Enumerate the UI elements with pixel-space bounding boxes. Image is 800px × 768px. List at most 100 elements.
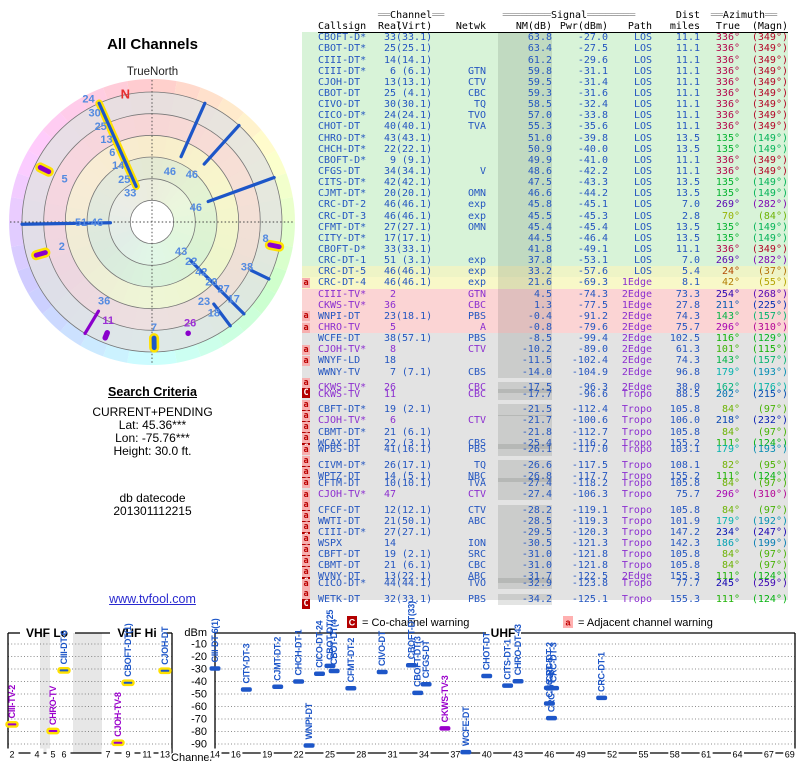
azimuth-true: 336° — [715, 76, 740, 88]
power: -117.0 — [571, 444, 608, 456]
callsign: CHCH-DT* — [318, 143, 367, 155]
distance-miles: 11.1 — [675, 76, 700, 88]
noise-margin: 45.8 — [486, 199, 552, 211]
channel-tick-label: 28 — [356, 750, 366, 760]
distance-miles: 11.1 — [675, 243, 700, 255]
station-marker — [376, 669, 388, 675]
power: -112.4 — [571, 404, 608, 416]
adjacent-warning-badge: a — [302, 589, 310, 600]
callsign: CJOH-DT — [318, 76, 361, 88]
channel-tick-label: 58 — [670, 750, 680, 760]
station-marker — [439, 726, 451, 731]
azimuth-magnetic: (247°) — [751, 526, 788, 538]
noise-margin: -21.8 — [486, 426, 552, 438]
network: PBS — [467, 444, 486, 456]
db-datecode-value: 201301112215 — [113, 504, 192, 518]
dbm-tick-label: -50 — [191, 689, 207, 701]
path: Tropo — [621, 504, 652, 516]
radar-channel-label: 38 — [241, 261, 253, 273]
network: PBS — [467, 593, 486, 605]
callsign: CKWS-TV — [318, 388, 361, 400]
path: LOS — [633, 43, 652, 55]
radar-channel-label: 24 — [82, 94, 95, 106]
tvfool-link[interactable]: www.tvfool.com — [0, 592, 305, 606]
path: LOS — [633, 143, 652, 155]
table-row: a WNPI-DT 23 (18.1) PBS -0.4 -91.2 2Edge 74.3 143… — [302, 310, 788, 322]
noise-margin: 55.3 — [486, 121, 552, 133]
radar-channel-label: 8 — [262, 233, 268, 245]
table-row: CHRO-DT* 43 (43.1) 51.0 -39.8 LOS 13.5 135° (149… — [302, 132, 788, 144]
radar-channel-label: 7 — [151, 322, 157, 334]
virtual-channel: (27.1) — [396, 526, 433, 538]
station-marker — [545, 715, 557, 721]
path: Tropo — [621, 549, 652, 561]
virtual-channel: (13.1) — [396, 76, 433, 88]
noise-margin: 33.2 — [486, 266, 552, 278]
virtual-channel: (43.1) — [396, 132, 433, 144]
callsign: CHRO-TV — [318, 321, 361, 333]
noise-margin: 21.6 — [486, 277, 552, 289]
path: 2Edge — [621, 344, 652, 356]
noise-margin: 59.5 — [486, 76, 552, 88]
power: -120.3 — [571, 526, 608, 538]
path: LOS — [633, 87, 652, 99]
station-marker — [209, 666, 221, 671]
channel-tick-label: 34 — [419, 750, 429, 760]
distance-miles: 11.1 — [675, 99, 700, 111]
azimuth-magnetic: (149°) — [751, 188, 788, 200]
azimuth-magnetic: (97°) — [757, 504, 788, 516]
azimuth-true: 135° — [715, 132, 740, 144]
table-row: CJOH-DT 13 (13.1) CTV 59.5 -31.4 LOS 11.1 336° (3… — [302, 76, 788, 88]
azimuth-true: 336° — [715, 165, 740, 177]
north-marker: N — [121, 87, 130, 102]
table-row: CFGS-DT 34 (34.1) V 48.6 -42.2 LOS 11.1 336° (349… — [302, 165, 788, 178]
azimuth-magnetic: (349°) — [751, 121, 788, 133]
power: -123.8 — [571, 578, 608, 590]
callsign: CITS-DT* — [318, 177, 367, 189]
azimuth-magnetic: (199°) — [751, 538, 788, 550]
noise-margin: -28.5 — [486, 515, 552, 527]
azimuth-magnetic: (84°) — [757, 210, 788, 222]
path: Tropo — [621, 489, 652, 501]
noise-margin: -26.6 — [486, 460, 552, 472]
virtual-channel: (12.1) — [396, 504, 433, 516]
noise-margin: -28.2 — [486, 504, 552, 516]
path: Tropo — [621, 460, 652, 472]
station-marker — [46, 727, 60, 735]
distance-miles: 155.3 — [669, 593, 700, 605]
station-marker-label: CFGS-DT — [421, 640, 431, 679]
radar-channel-label: 14 — [112, 160, 125, 172]
real-channel: 12 — [383, 504, 396, 516]
station-marker-label: CJOH-DT — [160, 626, 170, 665]
distance-miles: 105.8 — [669, 504, 700, 516]
azimuth-true: 179° — [715, 366, 740, 378]
callsign: CITY-DT* — [318, 232, 367, 244]
power: -45.3 — [577, 210, 608, 222]
virtual-channel: (57.1) — [396, 333, 433, 345]
path: LOS — [633, 266, 652, 278]
path: 2Edge — [621, 366, 652, 378]
station-marker — [596, 695, 608, 701]
power: -31.4 — [577, 76, 608, 88]
table-row: a CJOH-TV* 47 CTV -27.4 -106.3 Tropo 75.7 296° (3… — [302, 489, 788, 501]
distance-miles: 75.7 — [675, 489, 700, 501]
distance-miles: 11.1 — [675, 43, 700, 55]
virtual-channel: (42.1) — [396, 177, 433, 189]
real-channel: 40 — [383, 121, 396, 133]
azimuth-magnetic: (115°) — [751, 344, 788, 356]
power: -32.4 — [577, 99, 608, 111]
virtual-channel: (18.1) — [396, 310, 433, 322]
adjacent-warning-badge: a — [302, 478, 310, 489]
network: exp — [467, 255, 486, 267]
azimuth-true: 84° — [721, 560, 740, 572]
radar-channel-label: 25 — [118, 174, 130, 186]
power: -104.9 — [571, 366, 608, 378]
callsign: WWTI-DT — [318, 515, 361, 527]
azimuth-true: 24° — [721, 266, 740, 278]
azimuth-true: 179° — [715, 444, 740, 456]
station-marker-label: CHRO-TV — [48, 686, 58, 725]
noise-margin: 1.3 — [486, 299, 552, 311]
adjacent-warning-badge: a — [302, 455, 310, 466]
virtual-channel: (46.1) — [396, 277, 433, 289]
column-group-label: ════════Signal════════ — [502, 10, 636, 21]
